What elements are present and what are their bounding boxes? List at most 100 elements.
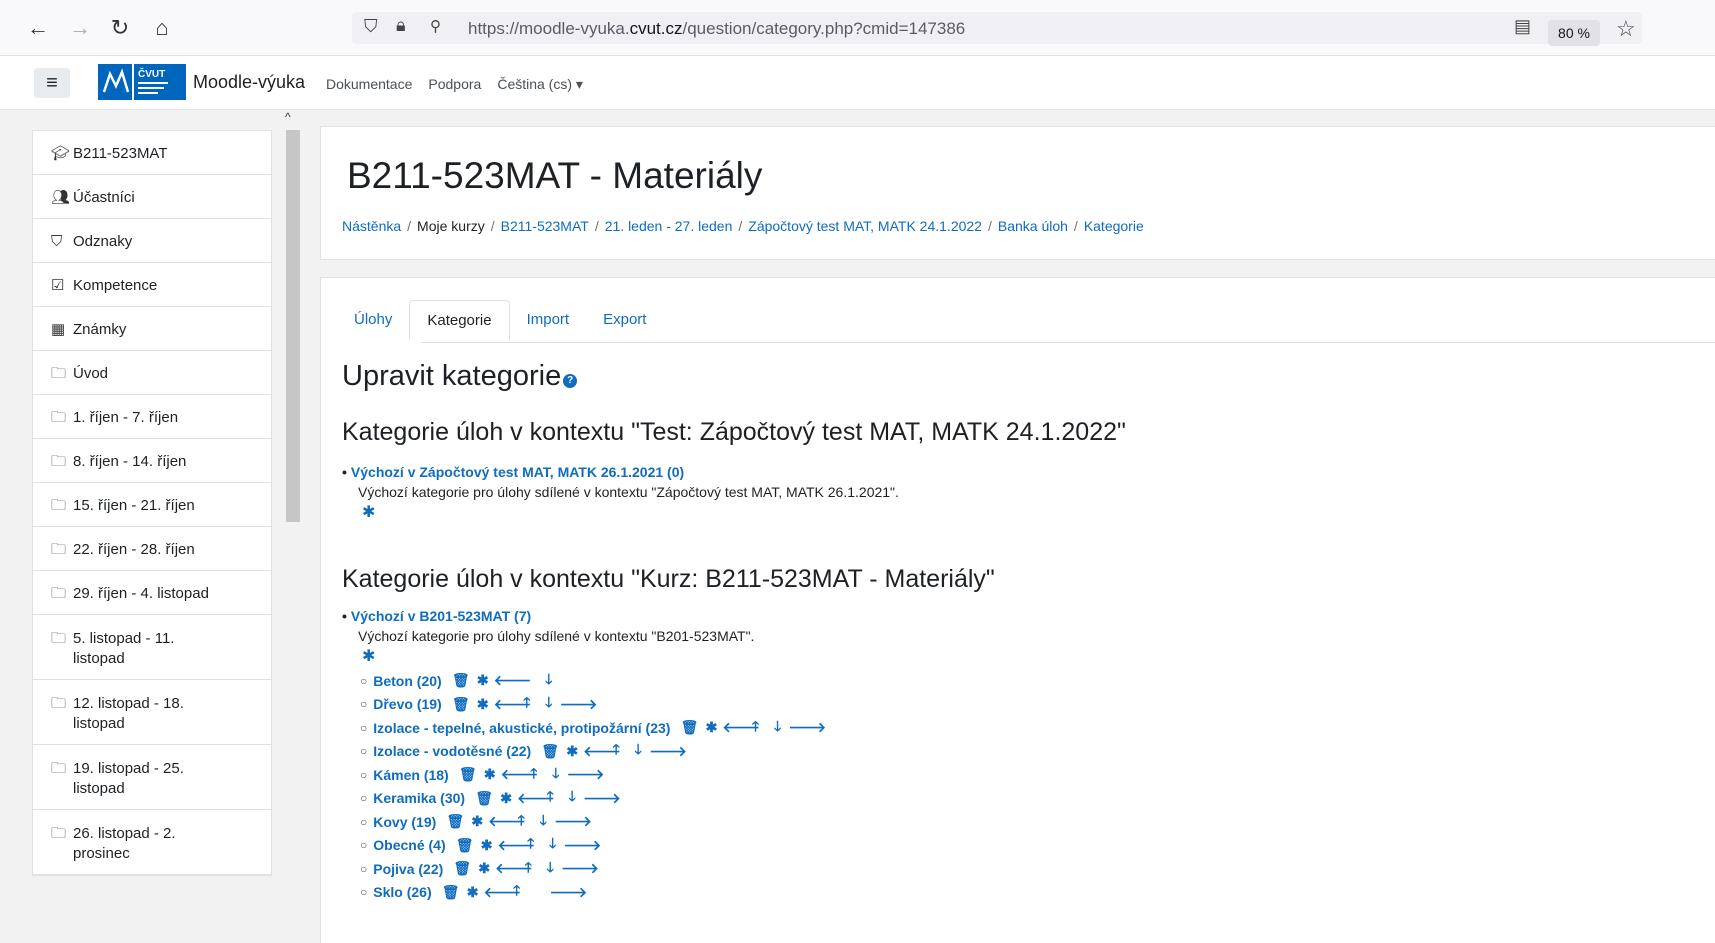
arrow-left-icon[interactable]: 🡐 <box>494 672 532 689</box>
gear-icon[interactable]: ✱ <box>462 884 484 901</box>
drawer-item[interactable]: 👥︎ Účastníci <box>33 175 271 219</box>
menu-toggle-button[interactable]: ≡ <box>34 68 70 98</box>
forward-icon[interactable]: → <box>66 14 94 42</box>
arrow-up-icon[interactable]: 🡑 <box>744 716 766 740</box>
gear-icon[interactable]: ✱ <box>472 696 494 713</box>
nav-link-docs[interactable]: Dokumentace <box>326 76 412 93</box>
gear-icon[interactable]: ✱ <box>473 860 495 877</box>
breadcrumb-item[interactable]: B211-523MAT <box>501 218 589 234</box>
drawer-item[interactable]: 🗀 8. říjen - 14. říjen <box>33 439 271 483</box>
arrow-down-icon[interactable]: 🡓 <box>532 810 554 834</box>
arrow-up-icon[interactable]: 🡑 <box>517 857 539 881</box>
arrow-right-icon[interactable]: 🡒 <box>788 719 826 736</box>
reader-view-icon[interactable]: ▤ <box>1514 16 1531 37</box>
subcategory-link[interactable]: Obecné (4) <box>373 837 445 853</box>
gear-icon[interactable]: ✱ <box>476 837 498 854</box>
drawer-scrollbar[interactable]: ^ <box>282 110 304 943</box>
arrow-up-icon[interactable]: 🡑 <box>539 786 561 810</box>
drawer-item[interactable]: 🎓︎ B211-523MAT <box>33 131 271 175</box>
arrow-down-icon[interactable]: 🡓 <box>766 716 788 740</box>
arrow-up-icon[interactable]: 🡑 <box>605 739 627 763</box>
arrow-up-icon[interactable]: 🡑 <box>510 810 532 834</box>
subcategory-link[interactable]: Izolace - tepelné, akustické, protipožár… <box>373 720 670 736</box>
address-bar[interactable]: ⛉ 🔒︎ ⚲ https://moodle-vyuka.cvut.cz/ques… <box>352 12 1642 44</box>
arrow-down-icon[interactable]: 🡓 <box>545 763 567 787</box>
delete-icon[interactable]: 🗑︎ <box>450 672 472 689</box>
bookmark-star-icon[interactable]: ☆ <box>1616 16 1636 42</box>
back-icon[interactable]: ← <box>24 14 52 42</box>
subcategory-link[interactable]: Izolace - vodotěsné (22) <box>373 743 531 759</box>
reload-icon[interactable]: ↻ <box>106 14 134 42</box>
breadcrumb-item[interactable]: Kategorie <box>1084 218 1144 234</box>
subcategory-link[interactable]: Keramika (30) <box>373 790 465 806</box>
arrow-left-icon[interactable]: 🡐 <box>495 860 533 877</box>
tab-3[interactable]: Export <box>586 300 663 341</box>
delete-icon[interactable]: 🗑︎ <box>454 837 476 854</box>
subcategory-link[interactable]: Kámen (18) <box>373 767 448 783</box>
arrow-left-icon[interactable]: 🡐 <box>583 743 621 760</box>
default-category-label[interactable]: Výchozí v B201-523MAT (7) <box>351 608 531 624</box>
arrow-left-icon[interactable]: 🡐 <box>484 884 522 901</box>
delete-icon[interactable]: 🗑︎ <box>451 860 473 877</box>
delete-icon[interactable]: 🗑︎ <box>440 884 462 901</box>
gear-icon[interactable]: ✱ <box>342 647 810 667</box>
arrow-down-icon[interactable]: 🡓 <box>627 739 649 763</box>
nav-link-support[interactable]: Podpora <box>428 76 481 93</box>
arrow-left-icon[interactable]: 🡐 <box>722 719 760 736</box>
default-category-link[interactable]: • Výchozí v B201-523MAT (7) <box>342 608 810 624</box>
scroll-thumb[interactable] <box>286 130 300 522</box>
tab-2[interactable]: Import <box>510 300 587 341</box>
subcategory-link[interactable]: Beton (20) <box>373 673 441 689</box>
arrow-up-icon[interactable]: 🡑 <box>506 880 528 904</box>
gear-icon[interactable]: ✱ <box>495 790 517 807</box>
drawer-item[interactable]: 🗀 19. listopad - 25. listopad <box>33 745 271 810</box>
delete-icon[interactable]: 🗑︎ <box>444 813 466 830</box>
delete-icon[interactable]: 🗑︎ <box>450 696 472 713</box>
arrow-up-icon[interactable]: 🡑 <box>516 692 538 716</box>
arrow-right-icon[interactable]: 🡒 <box>564 837 602 854</box>
delete-icon[interactable]: 🗑︎ <box>457 766 479 783</box>
gear-icon[interactable]: ✱ <box>472 672 494 689</box>
arrow-down-icon[interactable]: 🡓 <box>539 857 561 881</box>
arrow-left-icon[interactable]: 🡐 <box>498 837 536 854</box>
default-category-link[interactable]: • Výchozí v Zápočtový test MAT, MATK 26.1… <box>342 464 899 480</box>
arrow-down-icon[interactable]: 🡓 <box>538 692 560 716</box>
permissions-icon[interactable]: ⚲ <box>430 17 441 35</box>
subcategory-link[interactable]: Sklo (26) <box>373 884 431 900</box>
help-icon[interactable]: ? <box>563 374 578 388</box>
drawer-item[interactable]: 🗀 1. říjen - 7. říjen <box>33 395 271 439</box>
drawer-item[interactable]: 🗀 Úvod <box>33 351 271 395</box>
arrow-right-icon[interactable]: 🡒 <box>561 860 599 877</box>
breadcrumb-item[interactable]: Zápočtový test MAT, MATK 24.1.2022 <box>748 218 982 234</box>
arrow-left-icon[interactable]: 🡐 <box>517 790 555 807</box>
delete-icon[interactable]: 🗑︎ <box>678 719 700 736</box>
drawer-item[interactable]: ⛉ Odznaky <box>33 219 271 263</box>
arrow-left-icon[interactable]: 🡐 <box>501 766 539 783</box>
gear-icon[interactable]: ✱ <box>466 813 488 830</box>
drawer-item[interactable]: ☑ Kompetence <box>33 263 271 307</box>
arrow-up-icon[interactable]: 🡑 <box>523 763 545 787</box>
lock-icon[interactable]: 🔒︎ <box>396 15 406 36</box>
delete-icon[interactable]: 🗑︎ <box>539 743 561 760</box>
subcategory-link[interactable]: Dřevo (19) <box>373 696 441 712</box>
drawer-item[interactable]: 🗀 12. listopad - 18. listopad <box>33 680 271 745</box>
scroll-up-icon[interactable]: ^ <box>285 110 291 124</box>
drawer-item[interactable]: 🗀 26. listopad - 2. prosinec <box>33 810 271 875</box>
site-name[interactable]: Moodle-výuka <box>193 72 305 93</box>
arrow-right-icon[interactable]: 🡒 <box>550 884 588 901</box>
breadcrumb-item[interactable]: Banka úloh <box>998 218 1068 234</box>
arrow-down-icon[interactable]: 🡓 <box>542 833 564 857</box>
arrow-down-icon[interactable]: 🡓 <box>561 786 583 810</box>
drawer-item[interactable]: 🗀 5. listopad - 11. listopad <box>33 615 271 680</box>
arrow-right-icon[interactable]: 🡒 <box>649 743 687 760</box>
shield-icon[interactable]: ⛉ <box>364 16 378 37</box>
home-icon[interactable]: ⌂ <box>148 14 176 42</box>
default-category-label[interactable]: Výchozí v Zápočtový test MAT, MATK 26.1.… <box>351 464 684 480</box>
tab-0[interactable]: Úlohy <box>337 300 409 341</box>
url-text[interactable]: https://moodle-vyuka.cvut.cz/question/ca… <box>468 19 965 39</box>
arrow-right-icon[interactable]: 🡒 <box>583 790 621 807</box>
delete-icon[interactable]: 🗑︎ <box>473 790 495 807</box>
arrow-left-icon[interactable]: 🡐 <box>488 813 526 830</box>
arrow-right-icon[interactable]: 🡒 <box>554 813 592 830</box>
language-menu[interactable]: Čeština (cs) ▾ <box>497 76 583 93</box>
